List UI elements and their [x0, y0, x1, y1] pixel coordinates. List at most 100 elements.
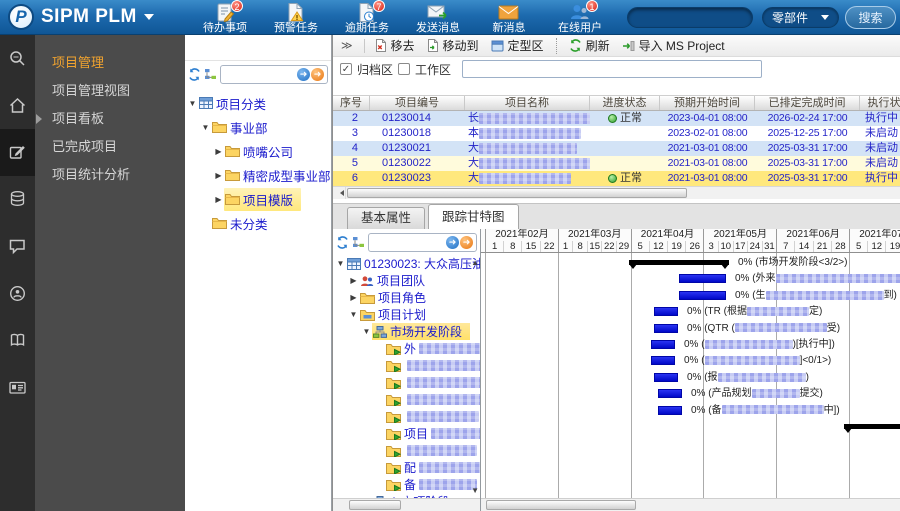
search-prev-icon[interactable]: ➜: [311, 67, 324, 81]
gantt-tree-node[interactable]: ▼ 01230023: 大众高压油泵: [333, 255, 480, 272]
gantt-tree-node[interactable]: 项目: [333, 425, 480, 442]
gantt-task-bar[interactable]: [654, 307, 678, 317]
category-tree-node[interactable]: ▼ 项目分类: [185, 91, 331, 115]
tree-view-icon[interactable]: [204, 68, 217, 80]
search-prev-icon[interactable]: ➜: [460, 235, 473, 249]
scroll-left-icon[interactable]: [333, 187, 346, 199]
sidebar-item-3[interactable]: 已完成项目: [35, 133, 185, 161]
column-header[interactable]: 项目编号: [370, 96, 465, 110]
gantt-task-bar[interactable]: [651, 340, 675, 349]
rail-item-6[interactable]: [0, 317, 35, 364]
gantt-summary-bar[interactable]: [844, 424, 900, 433]
column-header[interactable]: 执行状态: [860, 96, 900, 110]
category-tree-node[interactable]: ▶ 精密成型事业部: [185, 163, 331, 187]
topnav-item-1[interactable]: 预警任务: [267, 1, 325, 35]
gantt-task-bar[interactable]: [658, 389, 682, 399]
column-header[interactable]: 进度状态: [590, 96, 660, 110]
gantt-tree-node[interactable]: 配: [333, 459, 480, 476]
panel-expand-arrow-icon[interactable]: [36, 114, 47, 124]
table-row[interactable]: 6 01230023 大 正常 2021-03-01 08:00 2025-03-31 1…: [333, 171, 900, 186]
expand-icon[interactable]: ▶: [213, 171, 224, 180]
table-row[interactable]: 3 01230018 本 2023-02-01 08:00 2025-12-25 17:…: [333, 126, 900, 141]
tab-1[interactable]: 跟踪甘特图: [428, 204, 519, 229]
gantt-tree-node[interactable]: [333, 408, 480, 425]
filter-checkbox-1[interactable]: [398, 63, 411, 75]
rail-item-7[interactable]: [0, 364, 35, 411]
gantt-search-input[interactable]: [369, 234, 446, 250]
column-header[interactable]: 项目名称: [465, 96, 590, 110]
rail-item-2[interactable]: [0, 129, 35, 176]
gantt-summary-bar[interactable]: [629, 260, 729, 269]
topnav-item-0[interactable]: 2 待办事项: [196, 0, 254, 35]
gantt-tree-node[interactable]: ▼ 项目计划: [333, 306, 480, 323]
category-tree-node[interactable]: ▼ 事业部: [185, 115, 331, 139]
tree-view-icon[interactable]: [352, 236, 365, 248]
gantt-task-bar[interactable]: [679, 290, 726, 300]
collapse-icon[interactable]: ▼: [335, 259, 346, 268]
search-category-dropdown[interactable]: 零部件: [762, 7, 839, 28]
toolbar-button-定型区[interactable]: 定型区: [485, 36, 550, 56]
column-header[interactable]: 序号: [333, 96, 370, 110]
filter-input[interactable]: [462, 60, 763, 78]
sidebar-item-4[interactable]: 项目统计分析: [35, 161, 185, 189]
topnav-item-2[interactable]: 7 逾期任务: [338, 0, 396, 35]
rail-item-3[interactable]: [0, 176, 35, 223]
sidebar-item-2[interactable]: 项目看板: [35, 105, 185, 133]
collapse-panel-icon[interactable]: ≫: [341, 39, 353, 52]
toolbar-button-导入 MS Project[interactable]: 导入 MS Project: [616, 36, 731, 56]
tab-0[interactable]: 基本属性: [347, 207, 426, 229]
scroll-up-icon[interactable]: ▲: [471, 258, 479, 267]
category-tree-node[interactable]: ▶ 项目模版: [185, 187, 331, 211]
toolbar-button-刷新[interactable]: 刷新: [563, 36, 616, 56]
rail-item-1[interactable]: [0, 82, 35, 129]
scrollbar-thumb[interactable]: [347, 188, 687, 198]
gantt-tree-node[interactable]: [333, 442, 480, 459]
gantt-tree-node[interactable]: 备: [333, 476, 480, 493]
topnav-item-3[interactable]: 发送消息: [409, 1, 467, 35]
scrollbar-thumb[interactable]: [349, 500, 401, 510]
gantt-tree-node[interactable]: ▼ 市场开发阶段: [333, 323, 480, 340]
rail-item-5[interactable]: [0, 270, 35, 317]
gantt-task-bar[interactable]: [658, 405, 682, 415]
search-next-icon[interactable]: ➜: [297, 67, 310, 81]
toolbar-button-移去[interactable]: 移去: [369, 36, 421, 56]
expand-icon[interactable]: ▶: [213, 147, 224, 156]
refresh-icon[interactable]: [336, 235, 349, 249]
collapse-icon[interactable]: ▼: [187, 99, 198, 108]
collapse-icon[interactable]: ▼: [361, 327, 372, 336]
app-logo[interactable]: P SIPM PLM: [8, 4, 154, 30]
gantt-tree-node[interactable]: ▶ 项目角色: [333, 289, 480, 306]
topnav-item-4[interactable]: 新消息: [480, 1, 538, 35]
filter-checkbox-0[interactable]: [340, 63, 352, 75]
gantt-task-bar[interactable]: [654, 372, 678, 382]
gantt-task-bar[interactable]: [651, 356, 675, 366]
sidebar-item-0[interactable]: 项目管理: [35, 49, 185, 77]
gantt-tree-node[interactable]: [333, 357, 480, 374]
global-search-input[interactable]: [627, 7, 753, 28]
gantt-task-bar[interactable]: [654, 323, 678, 333]
gantt-tree-node[interactable]: [333, 374, 480, 391]
column-header[interactable]: 预期开始时间: [660, 96, 755, 110]
category-tree-node[interactable]: 未分类: [185, 211, 331, 235]
column-header[interactable]: 已排定完成时间: [755, 96, 860, 110]
rail-item-0[interactable]: [0, 35, 35, 82]
search-next-icon[interactable]: ➜: [446, 235, 459, 249]
table-row[interactable]: 2 01230014 长 正常 2023-04-01 08:00 2026-02-24 1…: [333, 111, 900, 126]
topnav-item-5[interactable]: 1 在线用户: [551, 0, 609, 35]
collapse-icon[interactable]: ▼: [348, 310, 359, 319]
app-menu-caret-icon[interactable]: [143, 14, 154, 25]
category-search-input[interactable]: [221, 66, 297, 82]
gantt-task-bar[interactable]: [679, 274, 726, 284]
sidebar-item-1[interactable]: 项目管理视图: [35, 77, 185, 105]
scroll-down-icon[interactable]: ▼: [471, 486, 479, 495]
gantt-tree-node[interactable]: ▶ 项目团队: [333, 272, 480, 289]
expand-icon[interactable]: ▶: [348, 293, 359, 302]
collapse-icon[interactable]: ▼: [200, 123, 211, 132]
gantt-tree-node[interactable]: 外: [333, 340, 480, 357]
expand-icon[interactable]: ▶: [348, 276, 359, 285]
scrollbar-thumb[interactable]: [486, 500, 636, 510]
search-button[interactable]: 搜索: [845, 6, 896, 29]
refresh-icon[interactable]: [188, 67, 201, 81]
toolbar-button-移动到[interactable]: 移动到: [421, 36, 485, 56]
table-row[interactable]: 4 01230021 大 2021-03-01 08:00 2025-03-31 17:…: [333, 141, 900, 156]
